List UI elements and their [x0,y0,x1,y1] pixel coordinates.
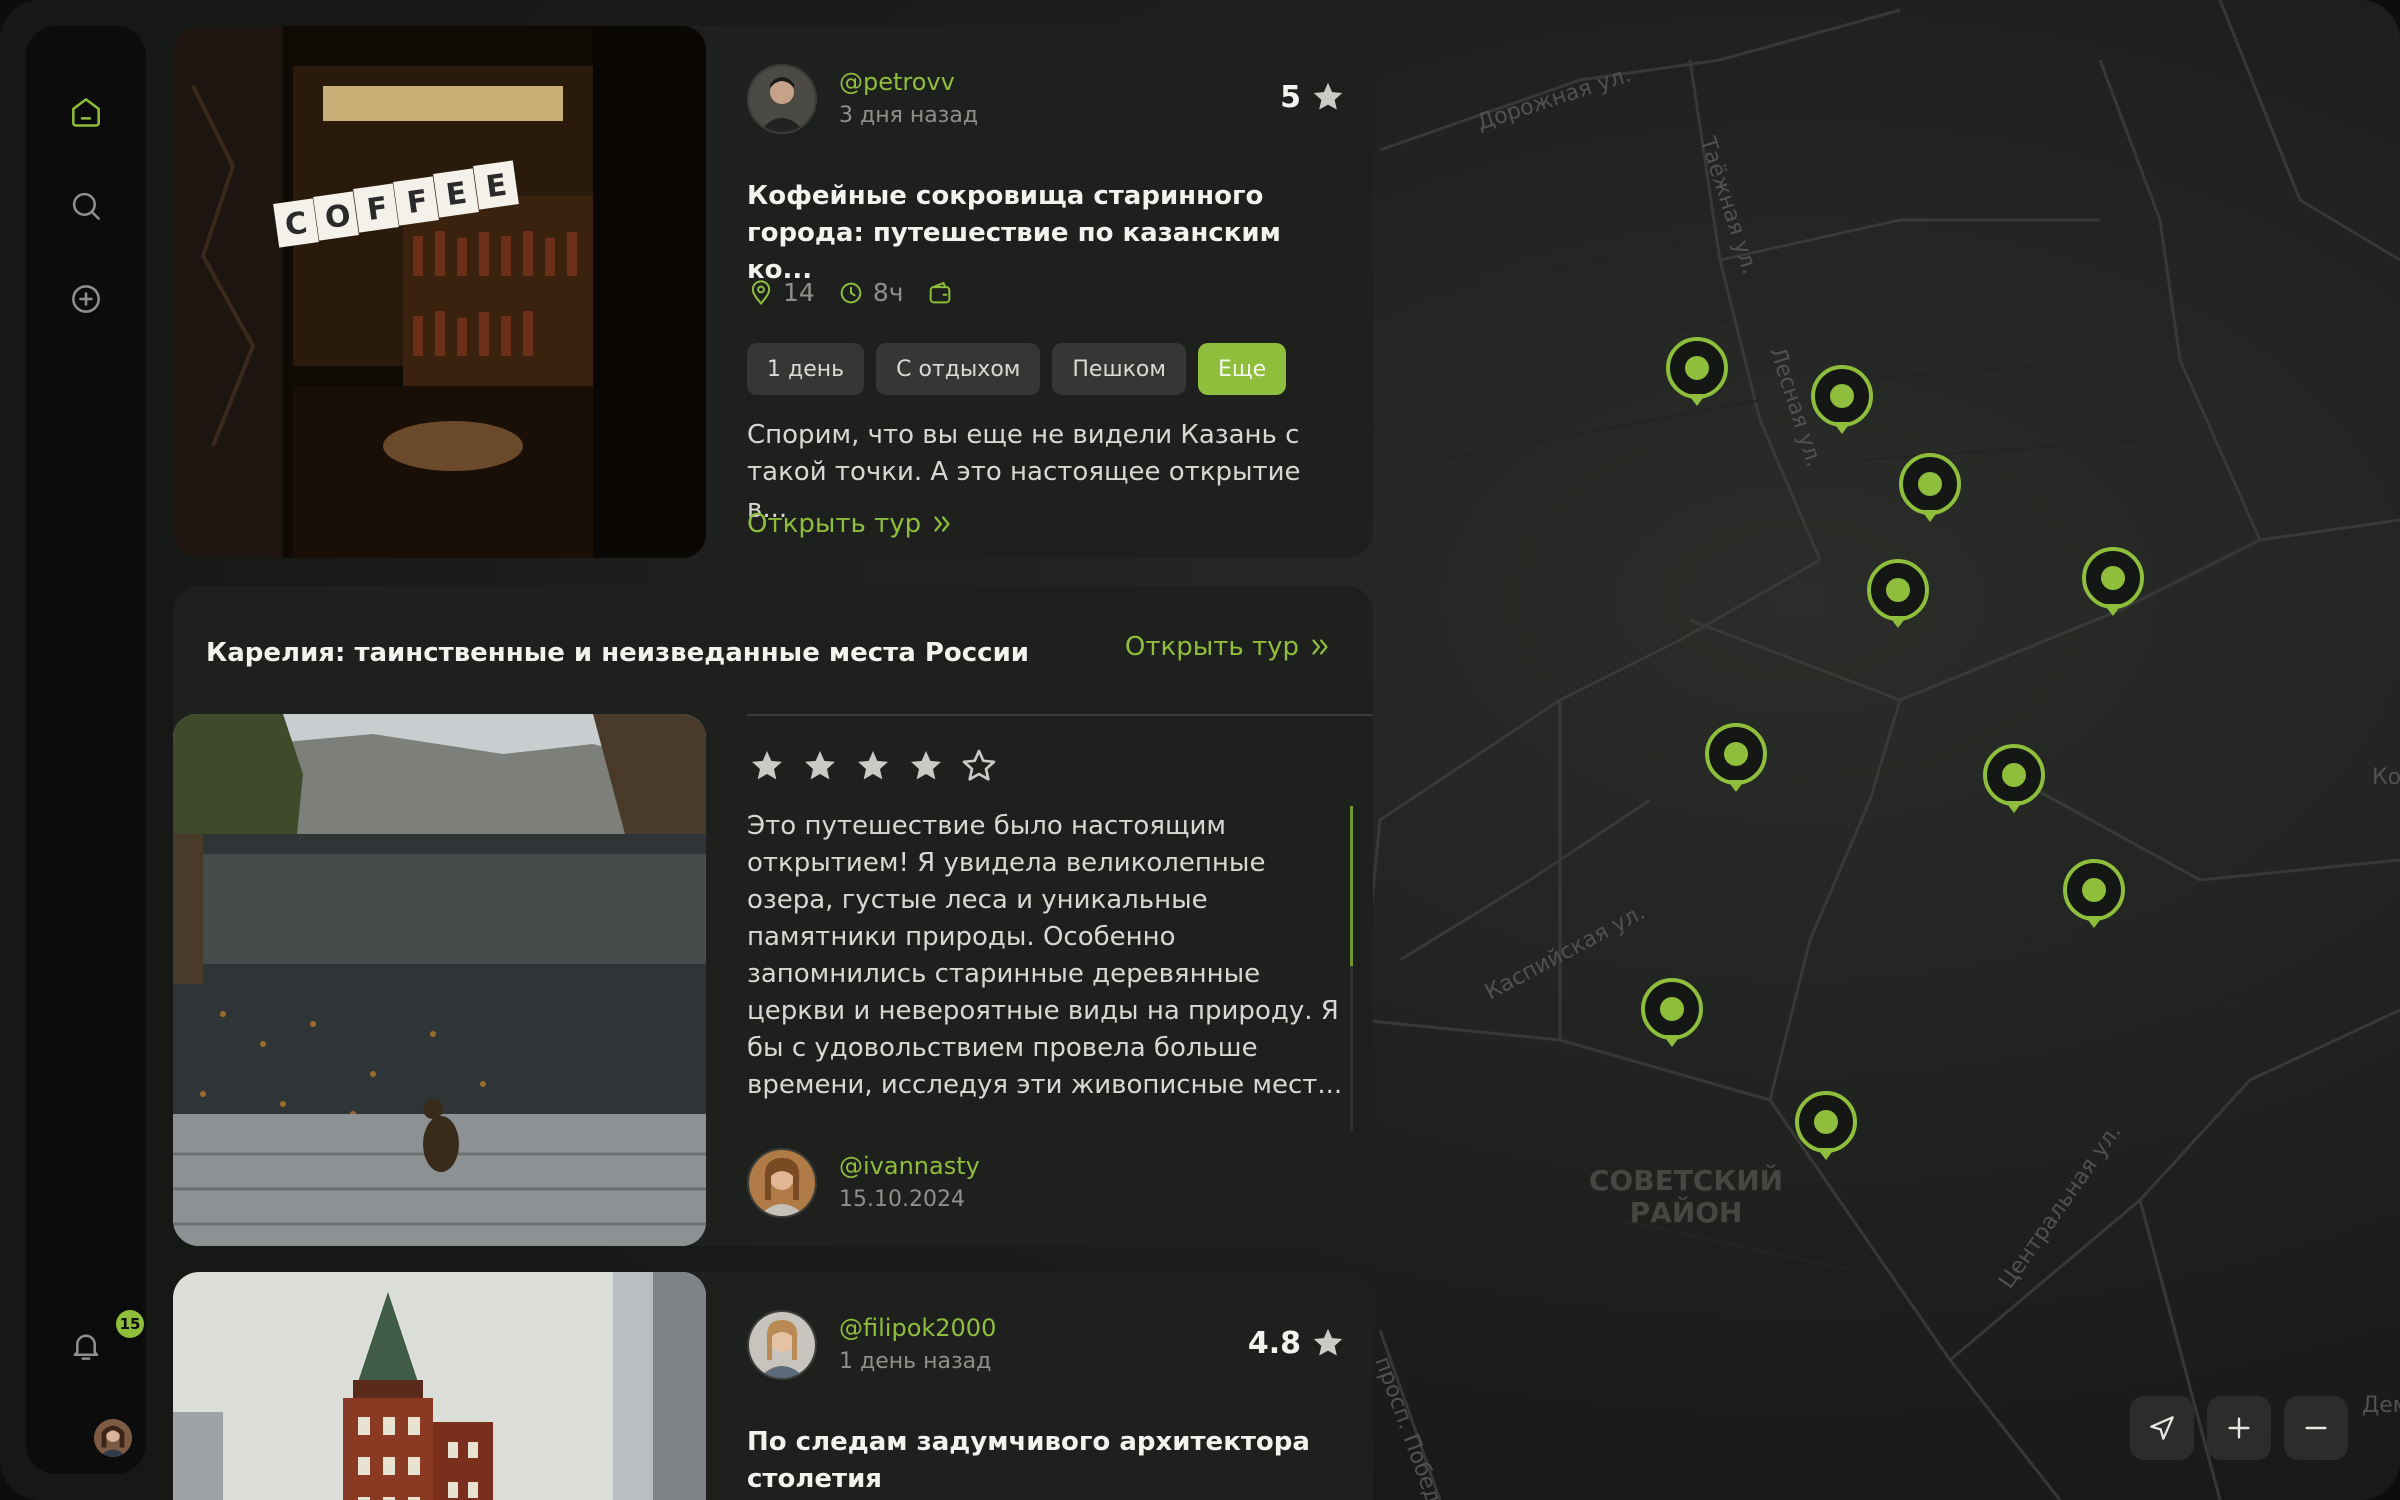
map-street-label: Демид [2362,1393,2400,1418]
zoom-out-icon [2305,1426,2327,1430]
author-block[interactable]: @ivannasty 15.10.2024 [747,1148,980,1218]
review-text: Это путешествие было настоящим открытием… [747,811,1343,1100]
review-card[interactable]: Карелия: таинственные и неизведанные мес… [173,586,1373,1246]
sidebar: 15 [26,26,146,1474]
author-avatar[interactable] [747,1148,817,1218]
home-icon [72,98,100,127]
profile-avatar[interactable] [94,1419,132,1457]
double-chevron-right-icon [934,516,950,532]
star-icon [1313,82,1343,110]
double-chevron-right-icon [1312,639,1328,655]
open-tour-link[interactable]: Открыть тур [747,509,955,539]
review-scrollbar-thumb[interactable] [1350,806,1353,966]
rating-value: 4.8 [1247,1325,1301,1361]
tour-content: @petrovv 3 дня назад 5 Кофейные сокровищ… [747,64,1347,544]
open-tour-label: Открыть тур [747,509,922,539]
star-filled-icon [858,751,888,780]
tour-title[interactable]: По следам задумчивого архитектора столет… [747,1424,1347,1498]
map-street-label: Ко [2372,765,2400,790]
star-filled-icon [911,751,941,780]
author-avatar[interactable] [747,64,817,134]
map-district-label: СОВЕТСКИЙ [1589,1163,1783,1197]
nav-search-button[interactable] [56,176,116,236]
tour-card[interactable]: @filipok2000 1 день назад 4.8 По следам … [173,1272,1373,1500]
review-photo [173,714,706,1246]
zoom-in-icon [2228,1417,2250,1439]
author-avatar[interactable] [747,1310,817,1380]
notification-count-badge: 15 [116,1310,144,1338]
post-date: 1 день назад [839,1349,992,1374]
open-tour-label: Открыть тур [1124,632,1299,662]
add-circle-icon [72,285,100,313]
post-date: 15.10.2024 [839,1187,965,1212]
tour-rating: 4.8 [1248,1324,1347,1362]
more-tags-button[interactable]: Еще [1197,343,1287,395]
rating-value: 5 [1280,79,1301,115]
my-location-button[interactable] [2130,1396,2194,1460]
search-icon [72,192,100,220]
tag-chip[interactable]: Пешком [1052,343,1186,395]
wallet-icon [929,281,950,303]
star-outline-icon [962,749,996,781]
tour-meta: 14 8ч [747,278,984,307]
author-username[interactable]: @filipok2000 [839,1311,996,1345]
tour-title[interactable]: Кофейные сокровища старинного города: пу… [747,178,1347,289]
location-pin-icon [751,279,771,305]
post-date: 3 дня назад [839,103,979,128]
bell-icon [73,1334,99,1360]
tag-chip[interactable]: 1 день [747,343,865,395]
open-tour-link[interactable]: Открыть тур [1125,632,1333,662]
zoom-out-button[interactable] [2284,1396,2348,1460]
tour-photo: C O F F E E [173,26,706,558]
review-tour-title[interactable]: Карелия: таинственные и неизведанные мес… [206,638,1029,668]
star-icon [1313,1328,1343,1356]
zoom-in-button[interactable] [2207,1396,2271,1460]
author-block[interactable]: @petrovv 3 дня назад [747,64,978,134]
notifications-button[interactable] [56,1316,116,1376]
places-count: 14 [783,278,815,307]
tour-content: @filipok2000 1 день назад 4.8 По следам … [747,1310,1347,1500]
location-arrow-icon [2150,1416,2174,1440]
review-divider [747,714,1373,716]
clock-icon [840,282,862,303]
tag-chip[interactable]: С отдыхом [876,343,1041,395]
tour-rating: 5 [1280,78,1347,116]
tour-card[interactable]: C O F F E E @petrovv 3 дня назад 5 Кофей… [173,26,1373,558]
nav-home-button[interactable] [56,82,116,142]
svg-text:O: O [323,198,353,236]
star-filled-icon [805,751,835,780]
app-window: Дорожная ул. Таёжная ул. Лесная ул. Касп… [0,0,2400,1500]
tour-photo [173,1272,706,1500]
review-rating-stars [747,746,1012,786]
tour-duration: 8ч [872,278,904,307]
author-username[interactable]: @ivannasty [839,1149,980,1183]
author-username[interactable]: @petrovv [839,65,978,99]
map-district-label: РАЙОН [1630,1195,1743,1229]
nav-create-button[interactable] [56,269,116,329]
star-filled-icon [752,751,782,780]
author-block[interactable]: @filipok2000 1 день назад [747,1310,996,1380]
tour-tags: 1 день С отдыхом Пешком Еще [747,343,1298,395]
